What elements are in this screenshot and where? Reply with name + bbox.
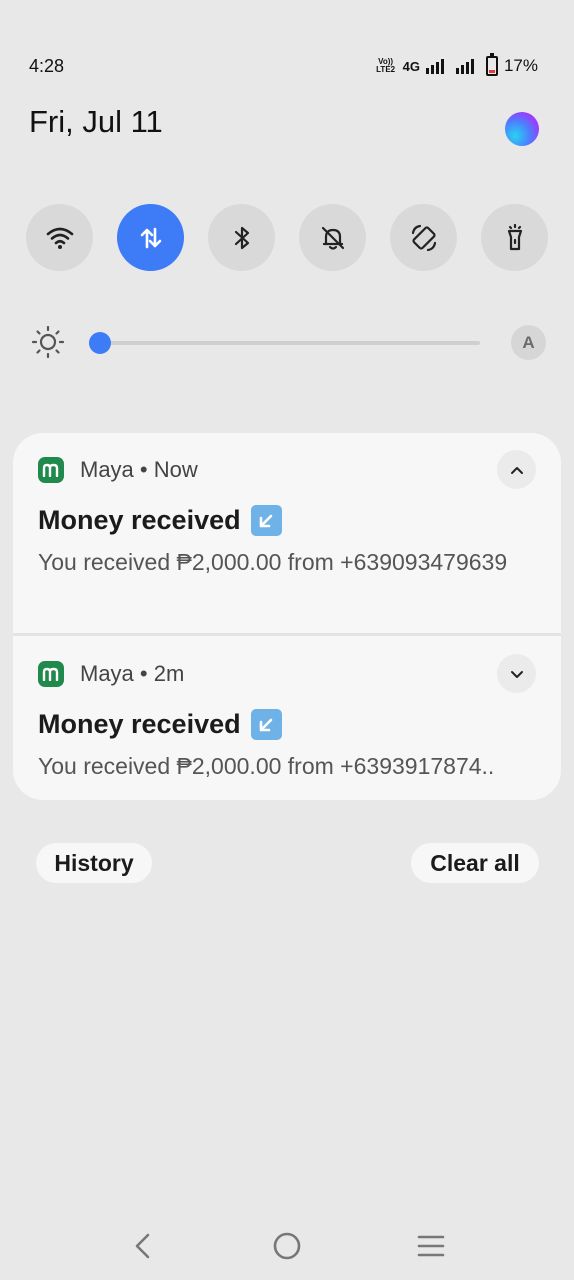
status-icons: Vo)) LTE2 4G 17% (375, 53, 538, 76)
notification-title: Money received (38, 505, 282, 536)
expand-button[interactable] (497, 654, 536, 693)
status-bar: 4:28 Vo)) LTE2 4G 17% (29, 52, 538, 80)
volte-indicator: Vo)) LTE2 (375, 58, 397, 74)
notification-app-meta: Maya • Now (80, 457, 198, 482)
battery-percent: 17% (503, 56, 538, 75)
notification-header: Maya • 2m (38, 661, 184, 687)
signal-1-icon (425, 58, 444, 74)
data-arrows-icon (140, 227, 161, 248)
notification-header: Maya • Now (38, 457, 198, 483)
notification-title-text: Money received (38, 709, 241, 739)
bluetooth-icon (234, 226, 249, 249)
navigation-bar (0, 1222, 574, 1270)
history-button[interactable]: History (36, 843, 152, 883)
notification-app-meta: Maya • 2m (80, 661, 185, 686)
wifi-icon (46, 227, 73, 249)
notification-group: Maya • Now Money received You received ₱… (13, 433, 561, 800)
notification-divider (13, 633, 561, 636)
auto-brightness-button[interactable]: A (511, 325, 546, 360)
recents-icon (417, 1235, 445, 1257)
tile-wifi[interactable] (26, 204, 93, 271)
signal-2-icon (455, 58, 474, 74)
maya-app-icon (38, 457, 64, 483)
home-icon (273, 1232, 301, 1260)
tile-auto-rotate[interactable] (390, 204, 457, 271)
bell-off-icon (321, 226, 344, 250)
flashlight-icon (507, 223, 522, 250)
clear-all-button[interactable]: Clear all (411, 843, 539, 883)
date-label: Fri, Jul 11 (29, 104, 163, 139)
battery-icon (485, 53, 498, 76)
chevron-up-icon (510, 466, 523, 474)
network-type: 4G (402, 58, 420, 74)
home-button[interactable] (263, 1222, 311, 1270)
tile-do-not-disturb[interactable] (299, 204, 366, 271)
brightness-control: A (30, 322, 546, 362)
brightness-sun-icon (31, 325, 65, 359)
status-time: 4:28 (29, 55, 65, 76)
back-icon (135, 1233, 150, 1259)
recents-button[interactable] (407, 1222, 455, 1270)
quick-settings-tiles (26, 204, 548, 271)
assistant-orb-icon[interactable] (505, 112, 539, 146)
back-button[interactable] (120, 1222, 168, 1270)
arrow-down-left-icon (250, 505, 282, 536)
notification-title-text: Money received (38, 505, 241, 535)
rotate-icon (411, 224, 436, 251)
battery-level-fill (488, 70, 495, 73)
brightness-slider-track[interactable] (92, 341, 480, 345)
notification-body: You received ₱2,000.00 from +63909347963… (38, 549, 508, 575)
maya-app-icon (38, 661, 64, 687)
notification-card[interactable]: Maya • Now Money received You received ₱… (13, 433, 561, 633)
notification-title: Money received (38, 709, 282, 740)
lte-label: LTE2 (376, 65, 396, 74)
tile-bluetooth[interactable] (208, 204, 275, 271)
notification-card[interactable]: Maya • 2m Money received You received ₱2… (13, 637, 561, 800)
tile-mobile-data[interactable] (117, 204, 184, 271)
arrow-down-left-icon (250, 709, 282, 740)
chevron-down-icon (510, 670, 523, 678)
collapse-button[interactable] (497, 450, 536, 489)
tile-flashlight[interactable] (481, 204, 548, 271)
brightness-slider-thumb[interactable] (88, 332, 111, 354)
notification-body: You received ₱2,000.00 from +6393917874.… (38, 753, 495, 779)
